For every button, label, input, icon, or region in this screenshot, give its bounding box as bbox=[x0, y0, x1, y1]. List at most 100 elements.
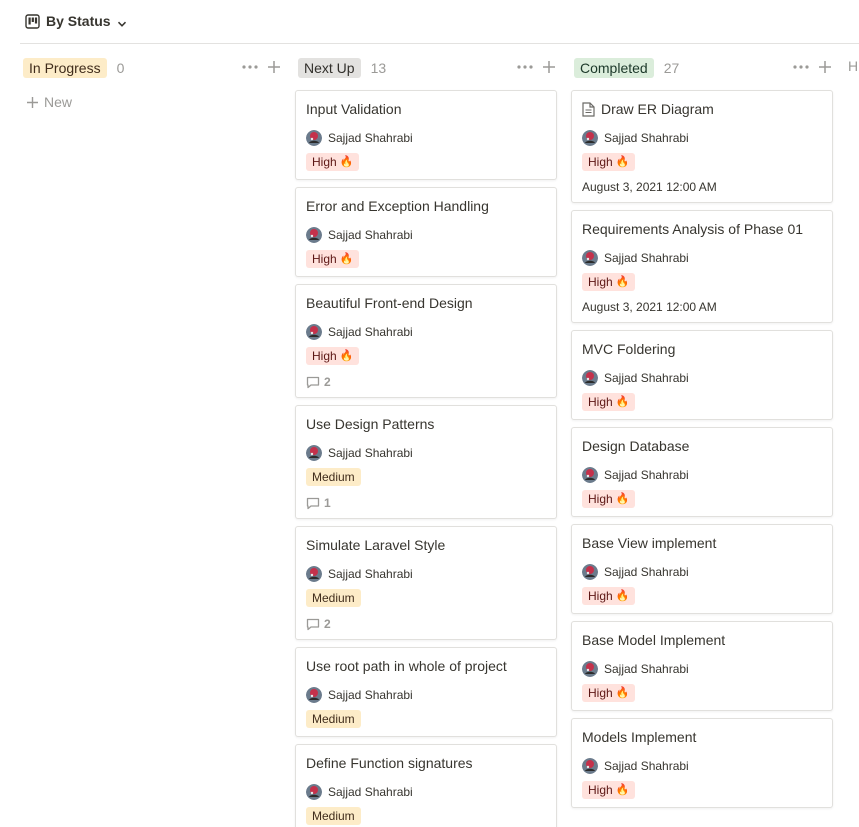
card[interactable]: Requirements Analysis of Phase 01 Sajjad … bbox=[571, 210, 833, 323]
card-title: MVC Foldering bbox=[582, 341, 676, 357]
card[interactable]: Base Model Implement Sajjad Shahrabi High 🔥 bbox=[571, 621, 833, 711]
hidden-columns[interactable]: H bbox=[848, 58, 858, 74]
card-title-row: Use Design Patterns bbox=[306, 416, 546, 433]
assignee-name: Sajjad Shahrabi bbox=[604, 759, 689, 773]
card-count: 0 bbox=[116, 60, 125, 76]
priority-badge: High 🔥 bbox=[582, 273, 636, 291]
priority-badge: High 🔥 bbox=[582, 684, 636, 702]
column-header: Completed 27 bbox=[571, 54, 833, 82]
card-title-row: Use root path in whole of project bbox=[306, 658, 546, 675]
card-title: Design Database bbox=[582, 438, 690, 454]
fire-icon: 🔥 bbox=[615, 156, 630, 168]
status-pill[interactable]: In Progress bbox=[23, 58, 107, 78]
comment-count-value: 2 bbox=[324, 617, 331, 631]
card-title: Define Function signatures bbox=[306, 755, 473, 771]
avatar bbox=[582, 661, 598, 677]
avatar bbox=[306, 324, 322, 340]
card[interactable]: Use Design Patterns Sajjad Shahrabi Medium… bbox=[295, 405, 557, 519]
plus-icon bbox=[27, 96, 38, 108]
card[interactable]: Design Database Sajjad Shahrabi High 🔥 bbox=[571, 427, 833, 517]
column-completed: Completed 27 Draw ER Diagram Sajjad Shahr… bbox=[571, 54, 833, 815]
assignee: Sajjad Shahrabi bbox=[306, 566, 546, 582]
card-title-row: Base View implement bbox=[582, 535, 822, 552]
card-title: Models Implement bbox=[582, 729, 697, 745]
avatar bbox=[582, 130, 598, 146]
card-date: August 3, 2021 12:00 AM bbox=[582, 300, 717, 314]
new-label: New bbox=[44, 94, 73, 110]
comment-count[interactable]: 2 bbox=[306, 375, 546, 389]
comment-count[interactable]: 1 bbox=[306, 496, 546, 510]
card[interactable]: Draw ER Diagram Sajjad Shahrabi High 🔥 Augus… bbox=[571, 90, 833, 203]
more-icon[interactable] bbox=[793, 59, 809, 75]
new-card-button[interactable]: New bbox=[20, 94, 282, 110]
card-list: Input Validation Sajjad Shahrabi High 🔥 Erro… bbox=[295, 90, 557, 827]
priority-badge: High 🔥 bbox=[306, 153, 360, 171]
priority-badge: High 🔥 bbox=[582, 781, 636, 799]
assignee-name: Sajjad Shahrabi bbox=[604, 131, 689, 145]
view-switcher[interactable]: By Status bbox=[25, 10, 127, 32]
card[interactable]: Models Implement Sajjad Shahrabi High 🔥 bbox=[571, 718, 833, 808]
card-title: Beautiful Front-end Design bbox=[306, 295, 473, 311]
column-header: In Progress 0 bbox=[20, 54, 282, 82]
card[interactable]: Input Validation Sajjad Shahrabi High 🔥 bbox=[295, 90, 557, 180]
comment-icon bbox=[306, 618, 320, 631]
priority-label: High bbox=[588, 155, 613, 169]
fire-icon: 🔥 bbox=[615, 590, 630, 602]
more-icon[interactable] bbox=[517, 59, 533, 75]
assignee: Sajjad Shahrabi bbox=[582, 758, 822, 774]
priority-label: High bbox=[588, 783, 613, 797]
fire-icon: 🔥 bbox=[615, 276, 630, 288]
avatar bbox=[306, 566, 322, 582]
card[interactable]: Base View implement Sajjad Shahrabi High 🔥 bbox=[571, 524, 833, 614]
card-title: Draw ER Diagram bbox=[601, 101, 714, 117]
assignee: Sajjad Shahrabi bbox=[582, 250, 822, 266]
status-pill[interactable]: Next Up bbox=[298, 58, 361, 78]
fire-icon: 🔥 bbox=[339, 253, 354, 265]
assignee-name: Sajjad Shahrabi bbox=[328, 131, 413, 145]
priority-badge: High 🔥 bbox=[306, 347, 360, 365]
assignee: Sajjad Shahrabi bbox=[582, 130, 822, 146]
priority-badge: High 🔥 bbox=[582, 490, 636, 508]
document-icon bbox=[582, 102, 595, 117]
priority-label: High bbox=[588, 492, 613, 506]
card-title: Simulate Laravel Style bbox=[306, 537, 446, 553]
priority-badge: Medium bbox=[306, 807, 361, 825]
card-title: Requirements Analysis of Phase 01 bbox=[582, 221, 804, 237]
assignee-name: Sajjad Shahrabi bbox=[328, 688, 413, 702]
card[interactable]: MVC Foldering Sajjad Shahrabi High 🔥 bbox=[571, 330, 833, 420]
card[interactable]: Use root path in whole of project Sajjad … bbox=[295, 647, 557, 737]
fire-icon: 🔥 bbox=[615, 687, 630, 699]
add-icon[interactable] bbox=[266, 59, 282, 75]
fire-icon: 🔥 bbox=[615, 784, 630, 796]
assignee: Sajjad Shahrabi bbox=[582, 564, 822, 580]
assignee-name: Sajjad Shahrabi bbox=[604, 565, 689, 579]
priority-badge: High 🔥 bbox=[582, 587, 636, 605]
fire-icon: 🔥 bbox=[615, 396, 630, 408]
status-pill[interactable]: Completed bbox=[574, 58, 654, 78]
avatar bbox=[306, 130, 322, 146]
comment-count[interactable]: 2 bbox=[306, 617, 546, 631]
assignee: Sajjad Shahrabi bbox=[582, 370, 822, 386]
card-title-row: Error and Exception Handling bbox=[306, 198, 546, 215]
fire-icon: 🔥 bbox=[339, 156, 354, 168]
avatar bbox=[582, 467, 598, 483]
priority-badge: Medium bbox=[306, 589, 361, 607]
comment-icon bbox=[306, 376, 320, 389]
view-title: By Status bbox=[46, 13, 111, 29]
card-title-row: MVC Foldering bbox=[582, 341, 822, 358]
add-icon[interactable] bbox=[817, 59, 833, 75]
card[interactable]: Simulate Laravel Style Sajjad Shahrabi Med… bbox=[295, 526, 557, 640]
priority-badge: High 🔥 bbox=[582, 153, 636, 171]
card-title-row: Models Implement bbox=[582, 729, 822, 746]
add-icon[interactable] bbox=[541, 59, 557, 75]
card[interactable]: Beautiful Front-end Design Sajjad Shahrab… bbox=[295, 284, 557, 398]
priority-label: High bbox=[312, 155, 337, 169]
card-title-row: Define Function signatures bbox=[306, 755, 546, 772]
comment-count-value: 2 bbox=[324, 375, 331, 389]
card-title: Use Design Patterns bbox=[306, 416, 435, 432]
comment-count-value: 1 bbox=[324, 496, 331, 510]
card[interactable]: Error and Exception Handling Sajjad Shahr… bbox=[295, 187, 557, 277]
card[interactable]: Define Function signatures Sajjad Shahrab… bbox=[295, 744, 557, 827]
more-icon[interactable] bbox=[242, 59, 258, 75]
assignee-name: Sajjad Shahrabi bbox=[328, 325, 413, 339]
